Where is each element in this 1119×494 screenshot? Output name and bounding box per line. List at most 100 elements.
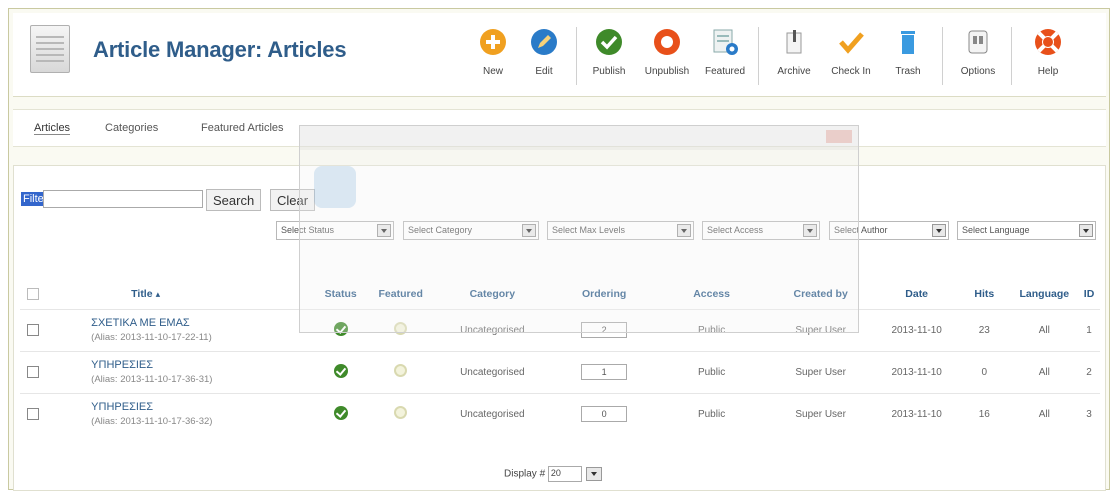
select-access[interactable]: Select Access	[702, 221, 820, 240]
created-by-cell[interactable]: Super User	[766, 350, 876, 393]
chevron-down-icon	[1079, 224, 1093, 237]
row-checkbox[interactable]	[27, 366, 40, 378]
language-cell: All	[1010, 392, 1079, 435]
select-status[interactable]: Select Status	[276, 221, 394, 240]
language-column-header[interactable]: Language	[1010, 279, 1078, 309]
submenu: Articles Categories Featured Articles	[13, 109, 1106, 147]
access-cell: Public	[657, 392, 767, 435]
id-cell: 1	[1078, 308, 1100, 351]
featured-column-header[interactable]: Featured	[368, 279, 433, 309]
tab-featured-articles[interactable]: Featured Articles	[201, 122, 284, 134]
ordering-column-header[interactable]: Ordering	[551, 279, 657, 309]
sort-ascending-icon: ▴	[155, 288, 161, 299]
help-icon	[1035, 29, 1061, 55]
table-row: ΣΧΕΤΙΚΑ ΜΕ ΕΜΑΣ (Alias: 2013-11-10-17-22…	[20, 308, 1100, 351]
created-by-cell[interactable]: Super User	[766, 308, 876, 351]
date-column-header[interactable]: Date	[875, 279, 958, 309]
hits-cell: 16	[958, 392, 1011, 435]
table-row: ΥΠΗΡΕΣΙΕΣ (Alias: 2013-11-10-17-36-32) U…	[20, 392, 1100, 435]
table-header-row: Title ▴ Status Featured Category Ordering…	[20, 279, 1100, 309]
published-status-icon[interactable]	[333, 363, 348, 378]
unpublish-icon	[654, 29, 680, 55]
options-icon	[968, 30, 988, 54]
ordering-input[interactable]: 2	[581, 322, 628, 338]
language-cell: All	[1010, 308, 1079, 351]
trash-button[interactable]: Trash	[883, 23, 933, 89]
row-checkbox[interactable]	[27, 408, 40, 421]
select-all-checkbox[interactable]	[27, 287, 40, 300]
article-manager-icon	[30, 25, 70, 73]
created-by-cell[interactable]: Super User	[766, 392, 876, 435]
article-alias: (Alias: 2013-11-10-17-36-31)	[91, 374, 213, 385]
publish-icon	[596, 29, 622, 55]
checkin-icon	[839, 32, 864, 54]
article-title-link[interactable]: ΥΠΗΡΕΣΙΕΣ	[91, 359, 313, 371]
clear-button[interactable]: Clear	[270, 189, 316, 211]
archive-icon	[786, 30, 802, 54]
published-status-icon[interactable]	[333, 405, 348, 420]
select-language[interactable]: Select Language	[957, 221, 1096, 240]
select-author[interactable]: Select Author	[829, 221, 949, 240]
row-checkbox[interactable]	[27, 324, 40, 336]
category-column-header[interactable]: Category	[433, 279, 551, 309]
category-cell: Uncategorised	[433, 350, 552, 393]
pagination-limit: Display # 20	[504, 466, 602, 482]
search-button[interactable]: Search	[206, 189, 262, 211]
chevron-down-icon[interactable]	[585, 467, 602, 481]
ordering-input[interactable]: 0	[581, 406, 628, 423]
article-list-panel: Filter Search Clear Select Status Select…	[13, 165, 1106, 491]
access-column-header[interactable]: Access	[657, 279, 766, 309]
language-cell: All	[1010, 350, 1079, 393]
chevron-down-icon	[522, 224, 536, 237]
new-button[interactable]: New	[468, 23, 518, 89]
new-icon	[480, 29, 506, 55]
edit-button[interactable]: Edit	[519, 23, 569, 89]
not-featured-icon[interactable]	[394, 406, 408, 420]
unpublish-button[interactable]: Unpublish	[642, 23, 692, 89]
hits-column-header[interactable]: Hits	[958, 279, 1010, 309]
not-featured-icon[interactable]	[394, 322, 408, 335]
hits-cell: 23	[958, 308, 1011, 351]
archive-button[interactable]: Archive	[769, 23, 819, 89]
title-column-header[interactable]: Title ▴	[46, 279, 313, 309]
id-cell: 3	[1078, 392, 1100, 435]
select-category[interactable]: Select Category	[403, 221, 539, 240]
category-cell: Uncategorised	[433, 392, 552, 435]
created-by-column-header[interactable]: Created by	[766, 279, 875, 309]
access-cell: Public	[657, 350, 767, 393]
publish-button[interactable]: Publish	[584, 23, 634, 89]
id-column-header[interactable]: ID	[1078, 279, 1100, 309]
article-title-link[interactable]: ΥΠΗΡΕΣΙΕΣ	[91, 401, 313, 413]
status-column-header[interactable]: Status	[313, 279, 368, 309]
date-cell: 2013-11-10	[875, 392, 959, 435]
trash-icon	[901, 31, 915, 54]
id-cell: 2	[1078, 350, 1100, 393]
article-title-link[interactable]: ΣΧΕΤΙΚΑ ΜΕ ΕΜΑΣ	[91, 317, 313, 329]
chevron-down-icon	[932, 224, 946, 237]
help-button[interactable]: Help	[1023, 23, 1073, 89]
article-alias: (Alias: 2013-11-10-17-36-32)	[91, 416, 213, 428]
not-featured-icon[interactable]	[394, 364, 408, 377]
chevron-down-icon	[377, 224, 391, 237]
options-button[interactable]: Options	[953, 23, 1003, 89]
filter-search-input[interactable]	[43, 190, 203, 208]
article-manager-window: Article Manager: Articles New Edit Publi…	[8, 8, 1110, 491]
toolbar: Article Manager: Articles New Edit Publi…	[13, 13, 1106, 97]
display-count-label: Display #	[504, 468, 546, 480]
date-cell: 2013-11-10	[875, 308, 959, 351]
select-max-levels[interactable]: Select Max Levels	[547, 221, 694, 240]
display-count-select[interactable]: 20	[547, 466, 582, 482]
table-row: ΥΠΗΡΕΣΙΕΣ (Alias: 2013-11-10-17-36-31) U…	[20, 350, 1100, 393]
date-cell: 2013-11-10	[875, 350, 959, 393]
ordering-input[interactable]: 1	[581, 364, 628, 380]
tab-categories[interactable]: Categories	[105, 122, 158, 134]
articles-table: Title ▴ Status Featured Category Ordering…	[20, 279, 1100, 435]
published-status-icon[interactable]	[333, 321, 348, 336]
article-alias: (Alias: 2013-11-10-17-22-11)	[91, 332, 212, 343]
chevron-down-icon	[803, 224, 817, 237]
featured-button[interactable]: Featured	[700, 23, 750, 89]
tab-articles[interactable]: Articles	[34, 122, 71, 135]
access-cell: Public	[657, 308, 767, 351]
checkin-button[interactable]: Check In	[826, 23, 876, 89]
page-title: Article Manager: Articles	[93, 37, 347, 62]
